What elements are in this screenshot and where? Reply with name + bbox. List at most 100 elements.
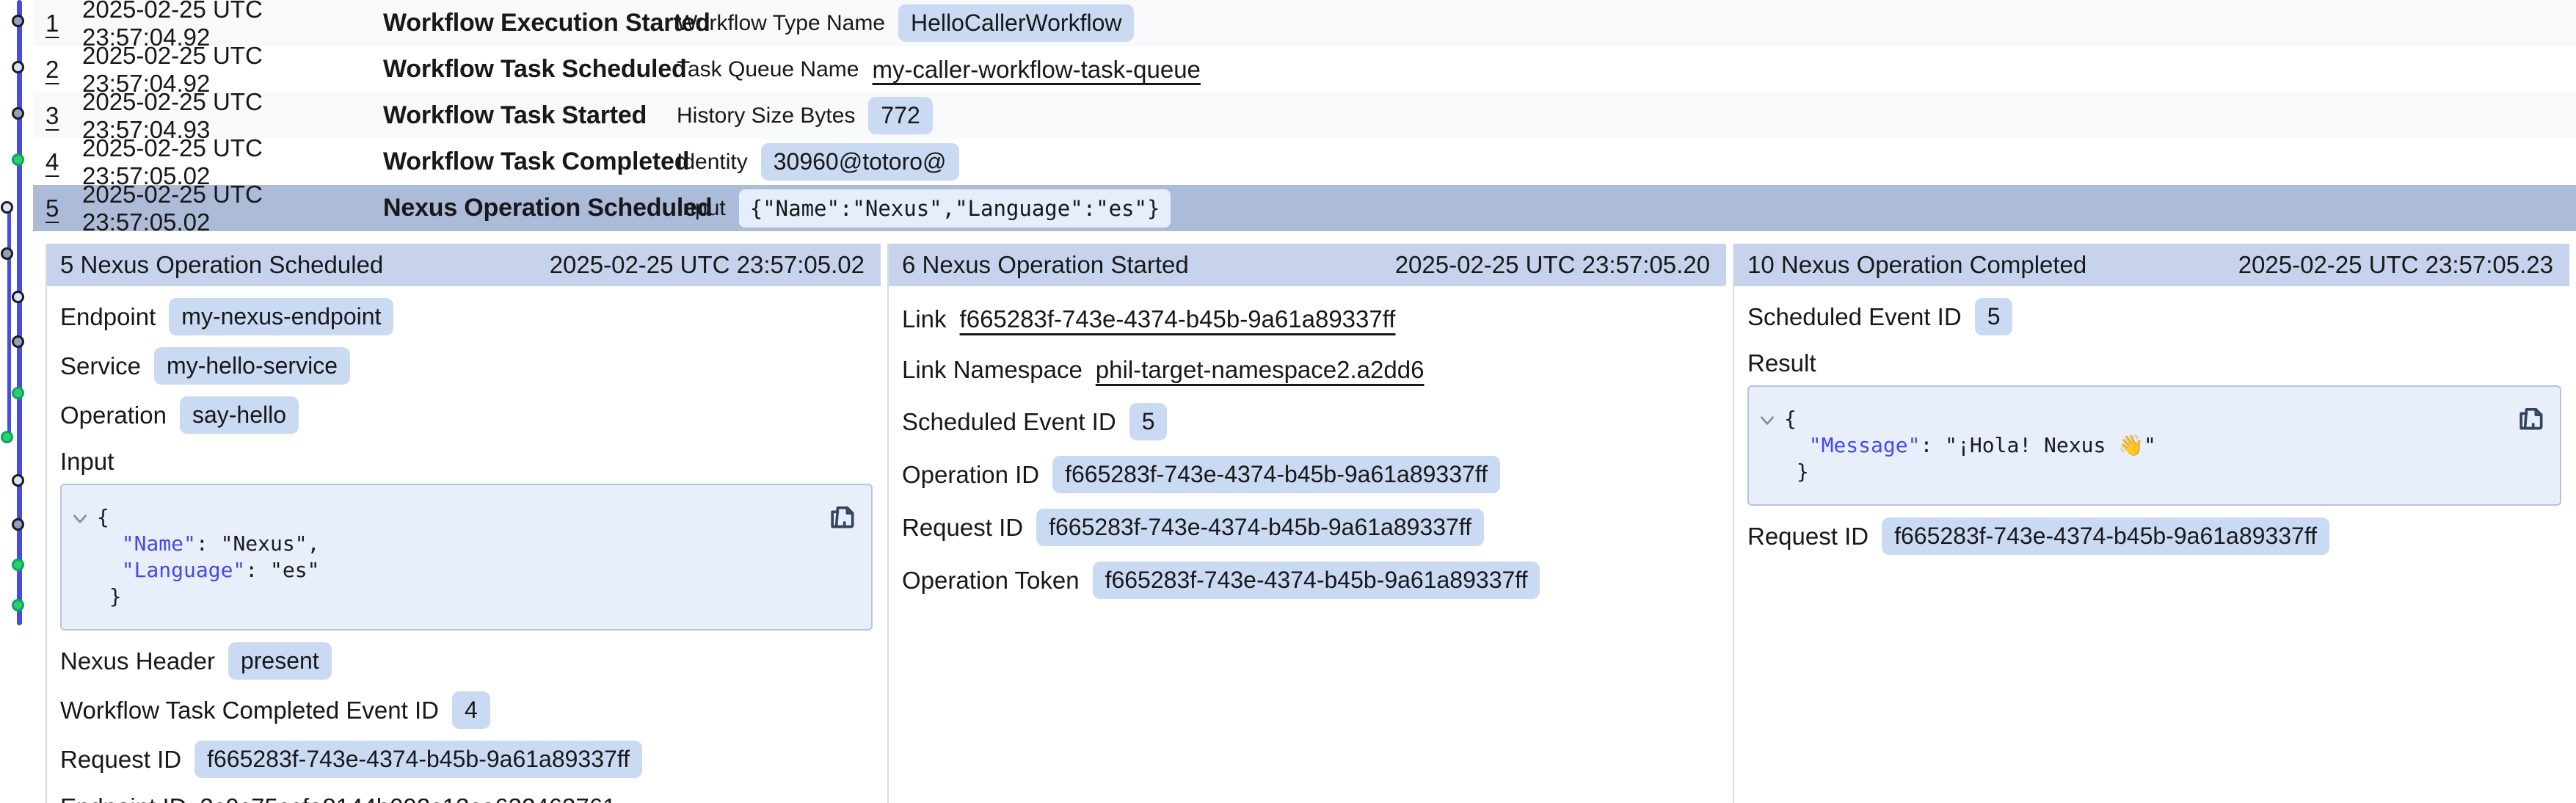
detail-field-badge: 5	[1129, 403, 1168, 440]
detail-field: Link f665283f-743e-4374-b45b-9a61a89337ff	[902, 302, 1718, 337]
json-line: "Language": "es"	[97, 557, 856, 584]
detail-field: Request IDf665283f-743e-4374-b45b-9a61a8…	[902, 509, 1718, 546]
timeline-event-node-gray	[12, 15, 24, 27]
event-attribute-label: Input	[677, 196, 726, 221]
timeline-main-line	[17, 0, 22, 625]
json-line: }	[1784, 459, 2545, 485]
timeline-event-node-green	[12, 153, 24, 166]
json-text: : "es"	[245, 558, 319, 582]
detail-field-badge: say-hello	[180, 396, 299, 434]
json-text: : "¡Hola! Nexus 👋"	[1920, 433, 2155, 457]
detail-field-label: Operation	[60, 402, 167, 429]
panel-timestamp: 2025-02-25 UTC 23:57:05.20	[1395, 251, 1710, 279]
detail-field-link[interactable]: f665283f-743e-4374-b45b-9a61a89337ff	[960, 305, 1396, 333]
json-code-block: { "Message": "¡Hola! Nexus 👋" }	[1747, 385, 2561, 506]
detail-field: Request ID f665283f-743e-4374-b45b-9a61a8…	[1747, 517, 2561, 555]
panel-title: 10 Nexus Operation Completed	[1747, 251, 2086, 279]
detail-field: Endpointmy-nexus-endpoint	[60, 298, 873, 335]
event-name: Workflow Task Scheduled	[383, 55, 677, 84]
detail-field: Nexus Headerpresent	[60, 642, 873, 680]
chevron-down-icon[interactable]	[1758, 411, 1777, 430]
event-attribute-badge: 772	[868, 97, 932, 134]
timeline-event-node-light	[1, 201, 13, 214]
event-id-link[interactable]: 4	[46, 148, 72, 176]
json-line: {	[97, 504, 856, 531]
event-id-link[interactable]: 3	[46, 102, 72, 130]
json-text: {	[97, 505, 109, 529]
detail-field: Operation ID f665283f-743e-4374-b45b-9a61…	[902, 456, 1718, 493]
timeline-event-node-light	[12, 291, 24, 303]
event-id-link[interactable]: 1	[46, 10, 72, 37]
copy-icon[interactable]	[2514, 400, 2547, 432]
event-attribute-label: History Size Bytes	[677, 103, 855, 128]
timeline-event-node-light	[12, 474, 24, 487]
event-name: Workflow Execution Started	[383, 9, 677, 37]
detail-field-label: Result	[1747, 349, 1816, 377]
detail-field-label: Scheduled Event ID	[902, 408, 1116, 436]
event-attribute-link[interactable]: my-caller-workflow-task-queue	[872, 56, 1200, 84]
event-id-link[interactable]: 2	[46, 56, 72, 84]
detail-field-label: Link	[902, 305, 947, 333]
json-text: }	[97, 584, 122, 608]
timeline-event-node-green	[12, 559, 24, 571]
detail-field-label: Service	[60, 352, 141, 380]
timeline-event-node-green	[12, 387, 24, 399]
detail-field-badge: f665283f-743e-4374-b45b-9a61a89337ff	[1052, 456, 1500, 493]
detail-field-link[interactable]: phil-target-namespace2.a2dd6	[1096, 356, 1425, 384]
detail-field-label: Endpoint ID	[60, 793, 186, 803]
detail-field: Operation say-hello	[60, 396, 873, 434]
event-attribute-badge: HelloCallerWorkflow	[898, 4, 1134, 42]
timeline-event-node-gray	[12, 107, 24, 120]
json-key: "Message"	[1809, 433, 1921, 457]
panel-header: 6 Nexus Operation Started 2025-02-25 UTC…	[889, 244, 1726, 286]
event-attribute-label: Identity	[677, 150, 748, 175]
event-row[interactable]: 1 2025-02-25 UTC 23:57:04.92 Workflow Ex…	[33, 0, 2576, 46]
panel-header: 5 Nexus Operation Scheduled 2025-02-25 U…	[47, 244, 881, 286]
detail-field-badge: 4	[452, 691, 490, 729]
detail-field: Servicemy-hello-service	[60, 347, 873, 385]
timeline-event-node-gray	[12, 335, 24, 348]
event-detail-panel: 5 Nexus Operation Scheduled 2025-02-25 U…	[46, 244, 887, 803]
detail-field-label: Workflow Task Completed Event ID	[60, 697, 439, 724]
detail-field-link[interactable]: 3c0c75ccfa8144b092c13ce632463761	[200, 793, 616, 803]
timeline-event-node-green	[12, 599, 24, 611]
json-line: "Message": "¡Hola! Nexus 👋"	[1784, 432, 2545, 459]
json-content: { "Message": "¡Hola! Nexus 👋" }	[1784, 406, 2545, 485]
detail-field-label: Operation ID	[902, 461, 1039, 489]
json-key: "Language"	[122, 558, 246, 582]
timeline-branch-line	[7, 209, 11, 439]
event-row[interactable]: 4 2025-02-25 UTC 23:57:05.02 Workflow Ta…	[33, 139, 2576, 185]
json-text: {	[1784, 407, 1797, 431]
copy-icon[interactable]	[826, 498, 858, 531]
detail-field-badge: 5	[1975, 298, 2013, 335]
event-row[interactable]: 5 2025-02-25 UTC 23:57:05.02 Nexus Opera…	[33, 185, 2576, 231]
detail-field: Link Namespace phil-target-namespace2.a2d…	[902, 352, 1718, 388]
detail-field: Scheduled Event ID 5	[902, 403, 1718, 440]
detail-field-badge: present	[228, 642, 332, 680]
detail-field-label: Request ID	[902, 514, 1023, 542]
panel-body: Scheduled Event ID 5 Result { "Message": "…	[1734, 298, 2576, 555]
chevron-down-icon[interactable]	[70, 509, 90, 528]
detail-field-label: Link Namespace	[902, 356, 1083, 384]
event-name: Workflow Task Started	[383, 101, 677, 130]
json-line: {	[1784, 406, 2545, 432]
detail-field-badge: f665283f-743e-4374-b45b-9a61a89337ff	[1882, 517, 2329, 555]
event-row[interactable]: 2 2025-02-25 UTC 23:57:04.92 Workflow Ta…	[33, 46, 2576, 92]
workflow-history-view: 1 2025-02-25 UTC 23:57:04.92 Workflow Ex…	[0, 0, 2576, 803]
detail-field: Result	[1747, 346, 2561, 381]
detail-field-label: Endpoint	[60, 303, 156, 331]
event-attribute-label: Task Queue Name	[677, 57, 859, 82]
event-rows: 1 2025-02-25 UTC 23:57:04.92 Workflow Ex…	[33, 0, 2576, 231]
event-id-link[interactable]: 5	[46, 195, 72, 222]
detail-field-label: Operation Token	[902, 567, 1080, 595]
detail-field-label: Scheduled Event ID	[1747, 303, 1962, 331]
event-row[interactable]: 3 2025-02-25 UTC 23:57:04.93 Workflow Ta…	[33, 92, 2576, 139]
json-line: "Name": "Nexus",	[97, 531, 856, 557]
timeline-event-node-gray	[1, 247, 13, 260]
timeline-event-node-light	[12, 61, 24, 73]
detail-field: Workflow Task Completed Event ID 4	[60, 691, 873, 729]
json-code-block: { "Name": "Nexus", "Language": "es" }	[60, 484, 873, 631]
detail-field-label: Request ID	[1747, 523, 1869, 551]
json-line: }	[97, 584, 856, 610]
event-name: Workflow Task Completed	[383, 148, 677, 176]
